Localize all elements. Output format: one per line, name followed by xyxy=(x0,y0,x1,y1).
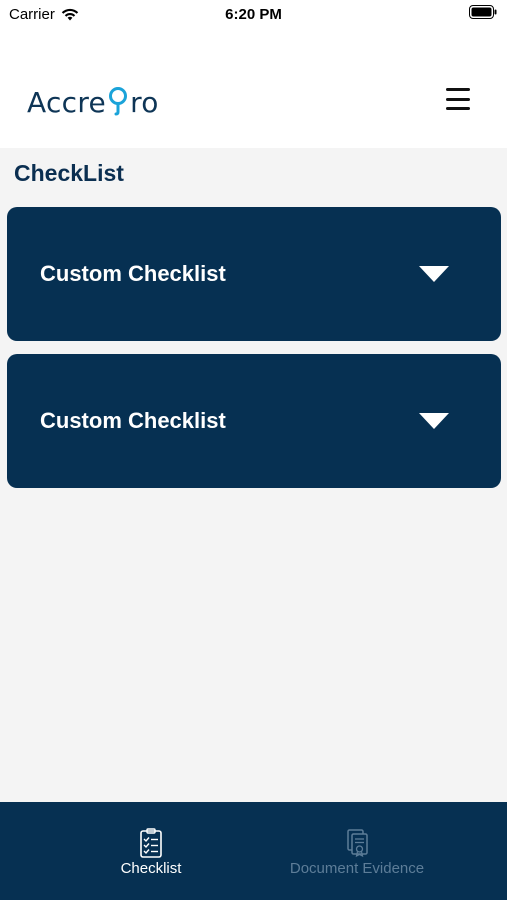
hamburger-menu-icon[interactable] xyxy=(446,88,470,110)
battery-icon xyxy=(469,5,497,19)
status-time: 6:20 PM xyxy=(225,6,282,23)
logo-text-left: Accre xyxy=(27,86,107,119)
accreoro-logo[interactable]: Accre ro xyxy=(27,82,159,119)
tab-checklist[interactable]: Checklist xyxy=(95,802,207,900)
card-title: Custom Checklist xyxy=(40,261,226,286)
battery-indicator xyxy=(469,5,497,23)
checklist-icon xyxy=(140,828,162,858)
page-title: CheckList xyxy=(14,160,124,186)
magnifier-logo-icon xyxy=(109,87,128,116)
document-evidence-icon xyxy=(347,829,368,858)
menu-line xyxy=(446,88,470,91)
status-bar: Carrier 6:20 PM xyxy=(0,0,507,28)
menu-line xyxy=(446,107,470,110)
menu-line xyxy=(446,97,470,101)
app-header: Accre ro xyxy=(0,28,507,148)
tab-label: Checklist xyxy=(120,860,182,877)
bottom-tab-bar: Checklist Document Evidence xyxy=(0,802,507,900)
caret-down-icon[interactable] xyxy=(419,266,449,282)
caret-down-icon[interactable] xyxy=(419,413,449,429)
tab-document-evidence[interactable]: Document Evidence xyxy=(276,802,438,900)
logo-text-right: ro xyxy=(130,86,159,119)
card-title: Custom Checklist xyxy=(40,408,226,433)
custom-checklist-card[interactable]: Custom Checklist xyxy=(7,354,501,488)
custom-checklist-card[interactable]: Custom Checklist xyxy=(7,207,501,341)
tab-label: Document Evidence xyxy=(289,860,425,877)
